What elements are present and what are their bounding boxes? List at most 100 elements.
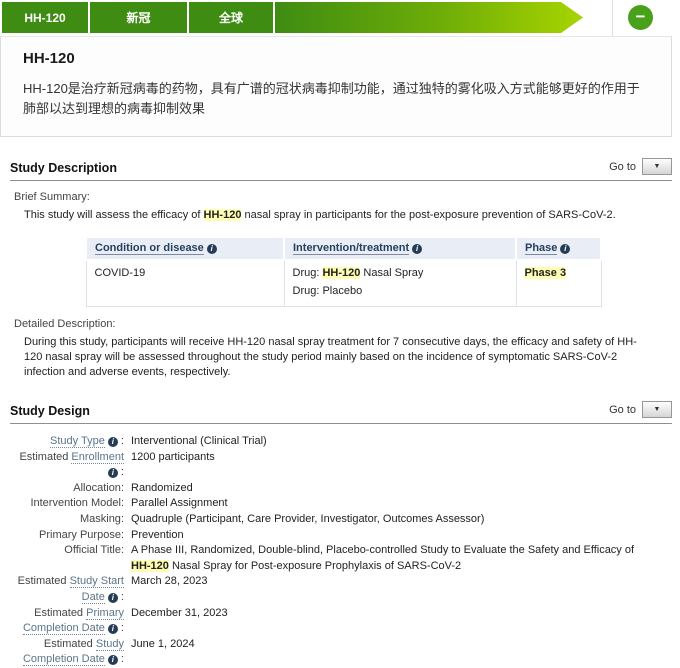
row-label: Allocation: xyxy=(10,481,124,497)
label-suffix: : xyxy=(121,482,124,494)
section-title-study-design: Study Design xyxy=(10,404,90,418)
overview-description: HH-120是治疗新冠病毒的药物，具有广谱的冠状病毒抑制功能，通过独特的雾化吸入… xyxy=(23,79,649,119)
phase-value: Phase 3 xyxy=(525,267,567,279)
label-pre: Primary Purpose xyxy=(39,529,121,541)
label-suffix: : xyxy=(118,466,124,478)
label-pre: Estimated xyxy=(19,451,71,463)
header-phase: Phasei xyxy=(516,237,601,260)
label-suffix: : xyxy=(118,653,124,665)
study-design-rows: Study Typei : Interventional (Clinical T… xyxy=(10,434,672,668)
goto-control: Go to ▼ xyxy=(609,158,672,175)
row-value: Interventional (Clinical Trial) xyxy=(131,434,267,450)
row-label: Estimated Enrollment i : xyxy=(10,450,124,481)
label-pre: Estimated xyxy=(34,607,86,619)
tab-hh-120[interactable]: HH-120 xyxy=(2,2,88,33)
phase-header-link[interactable]: Phase xyxy=(525,242,557,255)
label-suffix: : xyxy=(118,622,124,634)
study-design-header: Study Design Go to ▼ xyxy=(10,401,672,424)
study-description-header: Study Description Go to ▼ xyxy=(10,158,672,181)
chevron-down-icon: ▼ xyxy=(654,406,661,413)
design-row-enrollment: Estimated Enrollment i : 1200 participant… xyxy=(10,450,672,481)
design-row-masking: Masking: Quadruple (Participant, Care Pr… xyxy=(10,512,672,528)
breadcrumb-bar: HH-120 新冠 全球 − xyxy=(0,0,680,36)
info-icon[interactable]: i xyxy=(108,624,118,634)
official-title-pre: A Phase III, Randomized, Double-blind, P… xyxy=(131,544,634,556)
row-value: Randomized xyxy=(131,481,193,497)
intervention-pre: Drug: xyxy=(293,267,323,279)
info-icon[interactable]: i xyxy=(108,437,118,447)
design-row-official-title: Official Title: A Phase III, Randomized,… xyxy=(10,543,672,574)
row-value: December 31, 2023 xyxy=(131,606,228,637)
row-label: Study Typei : xyxy=(10,434,124,450)
label-suffix: : xyxy=(118,435,124,447)
phase-cell: Phase 3 xyxy=(516,260,601,307)
brief-summary-label: Brief Summary: xyxy=(14,191,672,203)
design-row-study-completion-date: Estimated Study Completion Datei : June … xyxy=(10,637,672,668)
intervention-line: Drug: HH-120 Nasal Spray xyxy=(293,267,508,279)
study-design-section: Study Design Go to ▼ Study Typei : Inter… xyxy=(10,401,672,668)
row-value: 1200 participants xyxy=(131,450,215,481)
official-title-highlight: HH-120 xyxy=(131,560,169,572)
info-icon[interactable]: i xyxy=(560,244,570,254)
row-label: Official Title: xyxy=(10,543,124,574)
overview-panel: HH-120 HH-120是治疗新冠病毒的药物，具有广谱的冠状病毒抑制功能，通过… xyxy=(0,36,672,137)
info-icon[interactable]: i xyxy=(412,244,422,254)
label-suffix: : xyxy=(121,497,124,509)
row-label: Estimated Study Completion Datei : xyxy=(10,637,124,668)
design-row-study-type: Study Typei : Interventional (Clinical T… xyxy=(10,434,672,450)
intervention-header-link[interactable]: Intervention/treatment xyxy=(293,242,409,255)
condition-cell: COVID-19 xyxy=(86,260,284,307)
label-pre: Masking xyxy=(80,513,121,525)
label-suffix: : xyxy=(121,529,124,541)
brief-summary-text: This study will assess the efficacy of H… xyxy=(24,208,654,223)
progress-arrow-banner xyxy=(275,2,583,33)
goto-label: Go to xyxy=(609,161,636,173)
minus-icon: − xyxy=(636,8,646,25)
detailed-description-text: During this study, participants will rec… xyxy=(24,335,654,380)
row-value: March 28, 2023 xyxy=(131,574,207,605)
tab-quanqiu[interactable]: 全球 xyxy=(189,2,273,33)
enrollment-link[interactable]: Enrollment xyxy=(71,451,124,464)
label-pre: Intervention Model xyxy=(30,497,121,509)
overview-title: HH-120 xyxy=(23,50,649,67)
label-suffix: : xyxy=(118,591,124,603)
label-pre: Official Title xyxy=(64,544,121,556)
info-icon[interactable]: i xyxy=(108,468,118,478)
brief-summary-post: nasal spray in participants for the post… xyxy=(241,209,615,221)
row-label: Estimated Primary Completion Datei : xyxy=(10,606,124,637)
header-intervention: Intervention/treatmenti xyxy=(284,237,516,260)
goto-label: Go to xyxy=(609,404,636,416)
goto-dropdown[interactable]: ▼ xyxy=(642,401,672,418)
goto-dropdown[interactable]: ▼ xyxy=(642,158,672,175)
design-row-primary-completion-date: Estimated Primary Completion Datei : Dec… xyxy=(10,606,672,637)
info-icon[interactable]: i xyxy=(108,593,118,603)
intervention-line: Drug: Placebo xyxy=(293,285,508,297)
design-row-intervention-model: Intervention Model: Parallel Assignment xyxy=(10,496,672,512)
info-icon[interactable]: i xyxy=(108,655,118,665)
info-icon[interactable]: i xyxy=(207,244,217,254)
design-row-study-start-date: Estimated Study Start Datei : March 28, … xyxy=(10,574,672,605)
label-pre: Estimated xyxy=(44,638,96,650)
intervention-highlight: HH-120 xyxy=(322,267,360,279)
label-suffix: : xyxy=(121,544,124,556)
row-value: June 1, 2024 xyxy=(131,637,195,668)
intervention-cell: Drug: HH-120 Nasal Spray Drug: Placebo xyxy=(284,260,516,307)
table-header-row: Condition or diseasei Intervention/treat… xyxy=(86,237,601,260)
row-value: A Phase III, Randomized, Double-blind, P… xyxy=(131,543,656,574)
study-type-link[interactable]: Study Type xyxy=(50,435,105,448)
row-value: Prevention xyxy=(131,528,184,544)
tab-xinguan[interactable]: 新冠 xyxy=(90,2,187,33)
study-description-section: Study Description Go to ▼ Brief Summary:… xyxy=(10,158,672,380)
goto-control: Go to ▼ xyxy=(609,401,672,418)
row-label: Intervention Model: xyxy=(10,496,124,512)
header-condition: Condition or diseasei xyxy=(86,237,284,260)
condition-header-link[interactable]: Condition or disease xyxy=(95,242,204,255)
row-value: Quadruple (Participant, Care Provider, I… xyxy=(131,512,484,528)
brief-summary-highlight: HH-120 xyxy=(204,209,242,221)
label-suffix: : xyxy=(121,513,124,525)
collapse-button[interactable]: − xyxy=(628,5,653,30)
section-title-study-description: Study Description xyxy=(10,161,117,175)
row-value: Parallel Assignment xyxy=(131,496,228,512)
brief-summary-pre: This study will assess the efficacy of xyxy=(24,209,204,221)
label-pre: Estimated xyxy=(18,575,70,587)
